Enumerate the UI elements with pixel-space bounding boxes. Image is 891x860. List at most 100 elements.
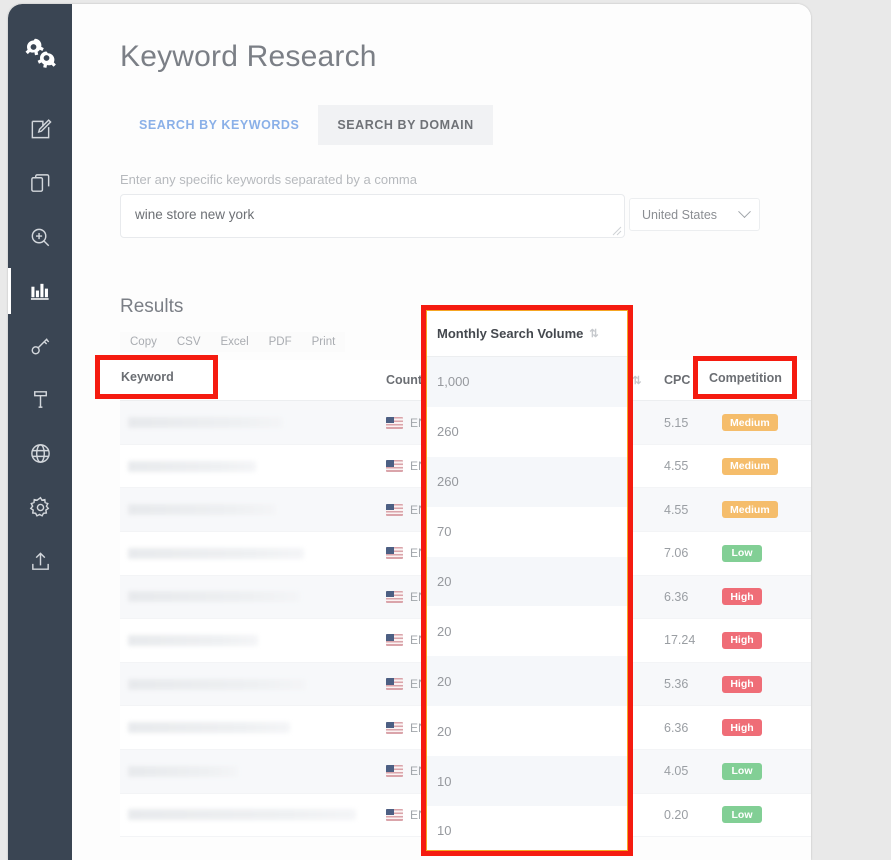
monthly-search-volume-panel: Monthly Search Volume ⇅ 1,000 260 260 70 20 2… (424, 308, 630, 853)
gears-logo-icon[interactable] (18, 32, 62, 76)
us-flag-icon (386, 503, 403, 516)
msv-panel-value: 20 (427, 706, 627, 757)
sidebar-item-reports[interactable] (8, 264, 72, 318)
cell-keyword (120, 749, 378, 794)
cell-keyword (120, 618, 378, 663)
us-flag-icon (386, 590, 403, 603)
msv-panel-value: 10 (427, 756, 627, 807)
sidebar-item-projects[interactable] (8, 156, 72, 210)
sort-updown-icon[interactable]: ⇅ (190, 374, 199, 387)
us-flag-icon (386, 765, 403, 778)
column-header-keyword[interactable]: Keyword ⇅ (120, 360, 378, 402)
cell-competition: Low (714, 749, 811, 794)
sidebar-item-edit[interactable] (8, 102, 72, 156)
status-badge: Low (722, 762, 762, 780)
msv-panel-value: 10 (427, 806, 627, 850)
cell-cpc: 4.05 (656, 749, 714, 794)
country-select[interactable]: United States (629, 198, 760, 231)
sidebar-item-search[interactable] (8, 210, 72, 264)
chevron-down-icon (738, 205, 751, 219)
us-flag-icon (386, 721, 403, 734)
redacted-keyword (128, 678, 306, 690)
cell-cpc: 0.20 (656, 793, 714, 838)
us-flag-icon (386, 416, 403, 429)
sidebar-item-settings[interactable] (8, 480, 72, 534)
cell-keyword (120, 575, 378, 620)
cell-keyword (120, 487, 378, 532)
us-flag-icon (386, 634, 403, 647)
tab-search-by-keywords[interactable]: SEARCH BY KEYWORDS (120, 105, 318, 145)
redacted-keyword (128, 591, 300, 603)
redacted-keyword (128, 547, 304, 559)
export-csv-button[interactable]: CSV (166, 332, 211, 352)
cell-keyword (120, 705, 378, 750)
status-badge: Medium (722, 457, 778, 475)
export-toolbar: Copy CSV Excel PDF Print (120, 332, 346, 352)
status-badge: High (722, 631, 762, 649)
sort-updown-icon[interactable]: ⇅ (589, 327, 598, 340)
cell-competition: High (714, 662, 811, 707)
status-badge: Medium (722, 414, 778, 431)
sort-updown-icon[interactable]: ⇅ (700, 374, 709, 387)
sidebar-item-keywords[interactable] (8, 318, 72, 372)
keyword-input-hint: Enter any specific keywords separated by… (120, 172, 417, 187)
export-print-button[interactable]: Print (301, 332, 346, 352)
cell-competition: Medium (714, 400, 811, 445)
app-card: Keyword Research SEARCH BY KEYWORDS SEAR… (8, 4, 811, 860)
redacted-keyword (128, 417, 283, 428)
msv-panel-rows: 1,000 260 260 70 20 20 20 20 10 10 (427, 357, 627, 850)
status-badge: Low (722, 544, 762, 562)
redacted-keyword (128, 809, 356, 821)
keyword-input[interactable] (120, 194, 625, 238)
sidebar-item-domains[interactable] (8, 426, 72, 480)
sort-updown-icon[interactable]: ⇅ (632, 374, 641, 387)
cell-cpc: 6.36 (656, 575, 714, 620)
cell-competition: Low (714, 531, 811, 576)
cell-cpc: 4.55 (656, 487, 714, 532)
sidebar (8, 4, 72, 860)
export-pdf-button[interactable]: PDF (258, 332, 302, 352)
msv-panel-value: 260 (427, 456, 627, 507)
redacted-keyword (128, 765, 238, 777)
status-badge: High (722, 675, 762, 693)
sidebar-item-upload[interactable] (8, 534, 72, 588)
cell-cpc: 7.06 (656, 531, 714, 576)
results-heading: Results (120, 296, 184, 317)
cell-keyword (120, 400, 378, 445)
export-copy-button[interactable]: Copy (120, 332, 167, 352)
cell-keyword (120, 444, 378, 489)
search-mode-tabs: SEARCH BY KEYWORDS SEARCH BY DOMAIN (120, 105, 493, 145)
status-badge: Low (722, 806, 762, 824)
sidebar-item-tools[interactable] (8, 372, 72, 426)
cell-keyword (120, 531, 378, 576)
cell-cpc: 4.55 (656, 444, 714, 489)
us-flag-icon (386, 547, 403, 560)
msv-panel-value: 20 (427, 656, 627, 707)
tab-search-by-domain[interactable]: SEARCH BY DOMAIN (318, 105, 493, 145)
msv-panel-value: 20 (427, 606, 627, 657)
cell-competition: Medium (714, 444, 811, 489)
cell-cpc: 6.36 (656, 705, 714, 750)
screenshot-root: Keyword Research SEARCH BY KEYWORDS SEAR… (0, 0, 891, 860)
us-flag-icon (386, 808, 403, 821)
export-excel-button[interactable]: Excel (210, 332, 259, 352)
cell-competition: High (714, 705, 811, 750)
msv-panel-value: 20 (427, 556, 627, 607)
us-flag-icon (386, 678, 403, 691)
redacted-keyword (128, 460, 256, 472)
msv-panel-header[interactable]: Monthly Search Volume ⇅ (427, 311, 627, 357)
msv-panel-value: 70 (427, 506, 627, 557)
status-badge: High (722, 719, 762, 737)
cell-cpc: 5.36 (656, 662, 714, 707)
cell-competition: Medium (714, 487, 811, 532)
status-badge: Medium (722, 501, 778, 519)
status-badge: High (722, 588, 762, 606)
column-header-competition[interactable]: Competition (714, 360, 811, 402)
column-header-cpc[interactable]: CPC ⇅ (656, 360, 714, 402)
cell-cpc: 17.24 (656, 618, 714, 663)
cell-keyword (120, 793, 378, 838)
cell-competition: High (714, 575, 811, 620)
msv-panel-value: 1,000 (427, 357, 627, 407)
cell-keyword (120, 662, 378, 707)
us-flag-icon (386, 460, 403, 473)
